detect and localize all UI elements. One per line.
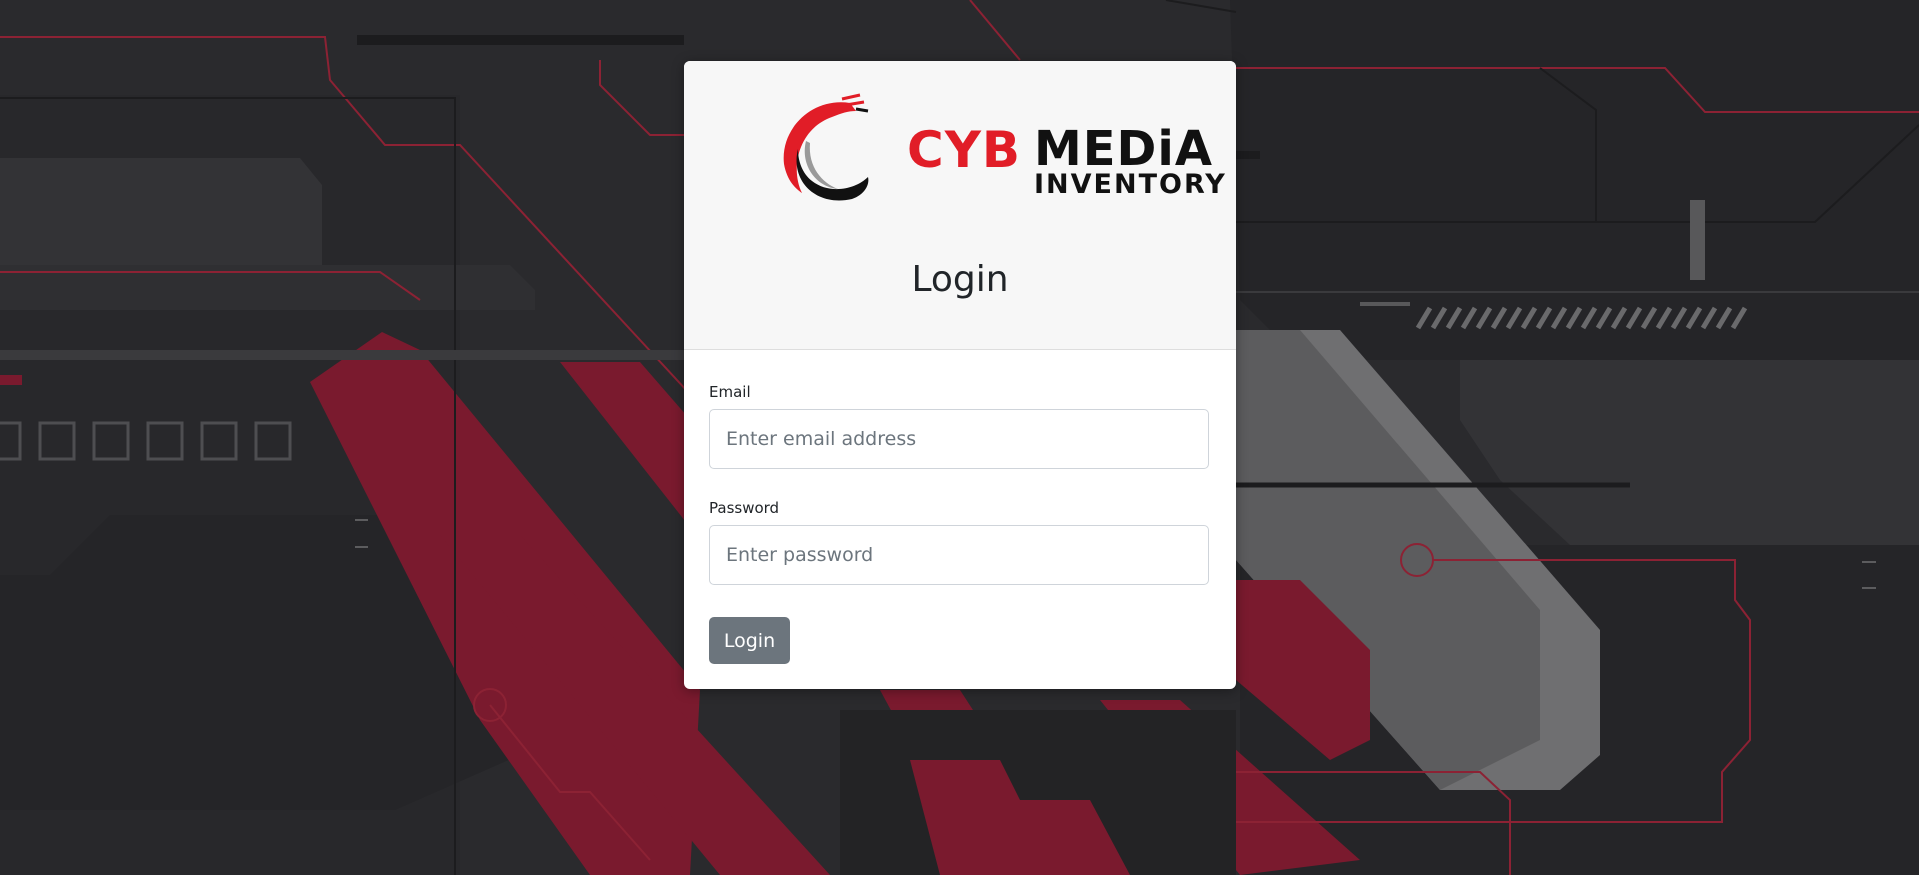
logo-inventory-text: INVENTORY: [1034, 169, 1227, 200]
login-card: CYB MEDiA INVENTORY Login Email Password…: [684, 61, 1236, 689]
password-input[interactable]: [709, 525, 1209, 585]
email-input[interactable]: [709, 409, 1209, 469]
cyb-media-inventory-logo: CYB MEDiA INVENTORY: [772, 89, 1225, 209]
login-button[interactable]: Login: [709, 617, 790, 664]
email-label: Email: [709, 383, 751, 401]
logo-cyb-text: CYB: [907, 121, 1022, 179]
logo-swoosh-icon: [783, 93, 869, 201]
login-title: Login: [911, 259, 1009, 300]
password-label: Password: [709, 499, 780, 517]
login-card-header: CYB MEDiA INVENTORY Login: [684, 61, 1236, 350]
